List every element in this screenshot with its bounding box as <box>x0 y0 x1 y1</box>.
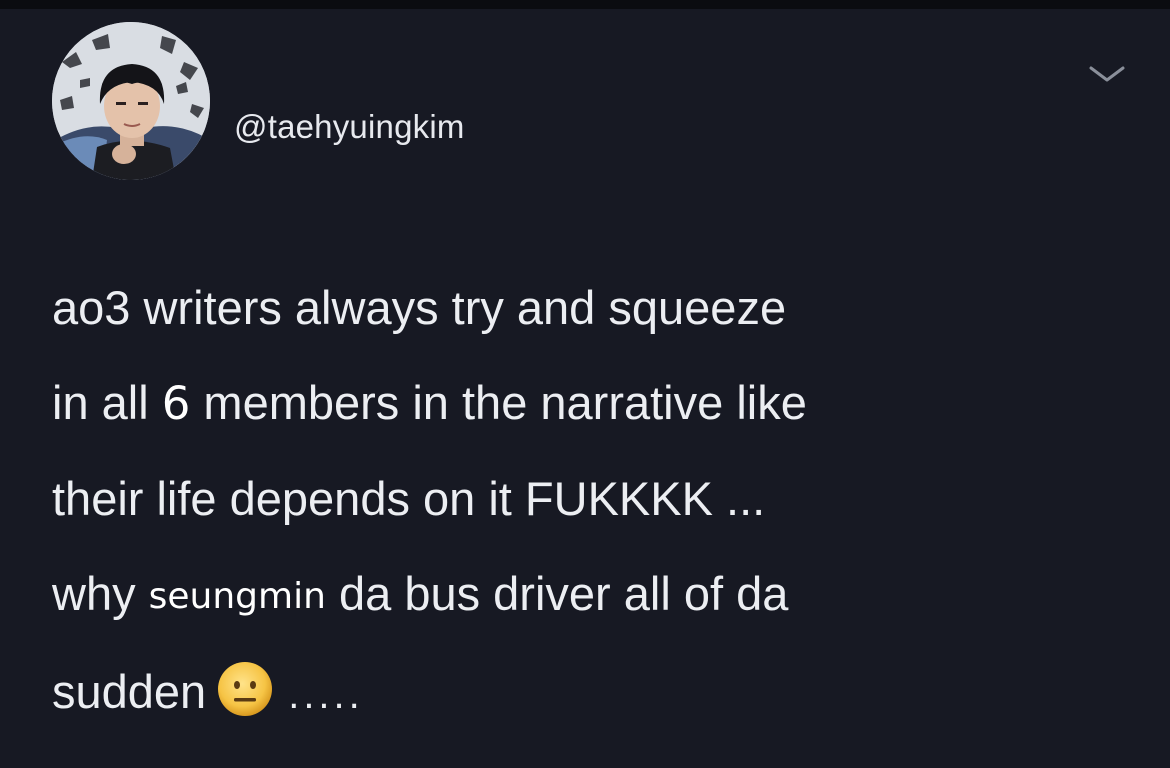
tweet-text-segment: why <box>52 567 149 620</box>
tweet-line-4: why seungmin da bus driver all of da <box>52 546 1142 644</box>
tweet-line-5: sudden ..... <box>52 644 1142 743</box>
tweet-line-3: their life depends on it FUKKKK ... <box>52 472 766 525</box>
tweet-text: ao3 writers always try and squeeze in al… <box>52 260 1142 743</box>
tweet-text-segment: da bus driver all of da <box>325 567 789 620</box>
avatar[interactable] <box>52 22 210 180</box>
neutral-face-emoji-icon <box>218 662 273 716</box>
avatar-photo <box>52 22 210 180</box>
overlay-number: 6 <box>161 377 191 430</box>
username-handle[interactable]: @taehyuingkim <box>234 108 465 146</box>
tweet-text-segment: members in the narrative like <box>190 376 807 429</box>
top-bar <box>0 0 1170 9</box>
chevron-down-icon[interactable] <box>1087 62 1127 86</box>
tweet-line-2: in all 6 members in the narrative like <box>52 355 1142 451</box>
overlay-name: seungmin <box>148 576 326 617</box>
tweet-line-1: ao3 writers always try and squeeze <box>52 281 787 334</box>
tweet-text-segment: in all <box>52 376 162 429</box>
ellipsis-text: ..... <box>288 673 364 717</box>
tweet-card: @taehyuingkim ao3 writers always try and… <box>0 0 1170 768</box>
tweet-text-segment: sudden <box>52 665 207 718</box>
